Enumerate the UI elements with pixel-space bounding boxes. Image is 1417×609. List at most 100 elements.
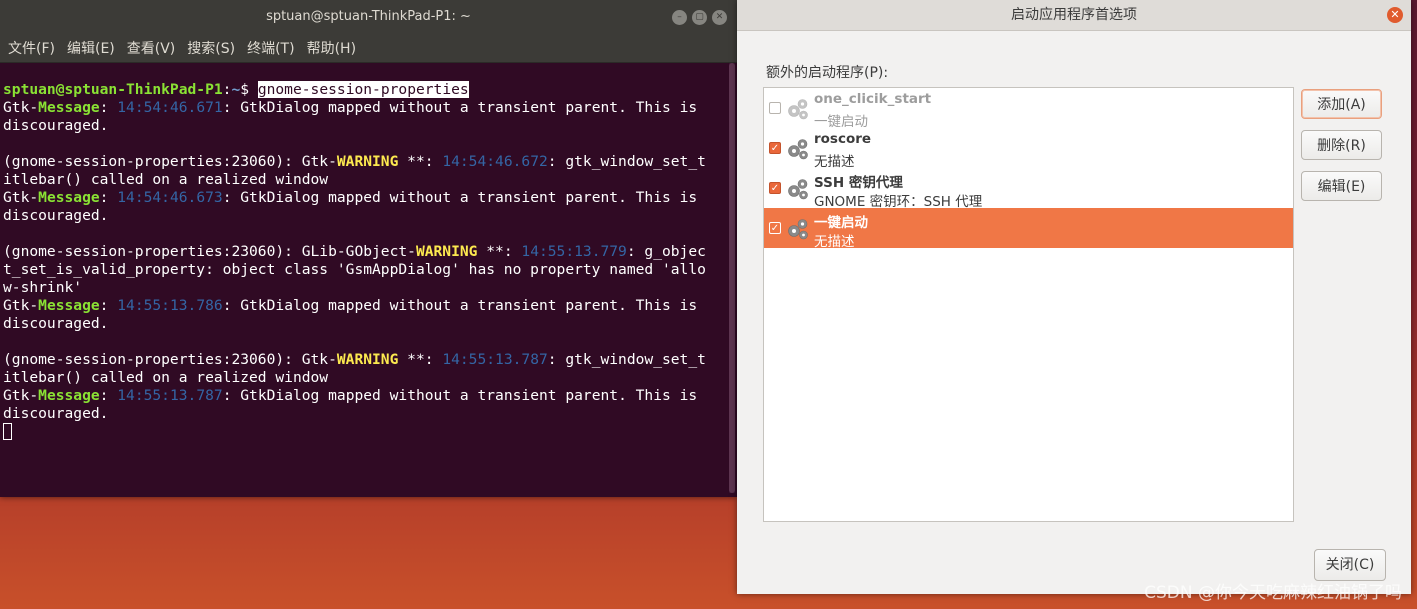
terminal-text-segment: Message xyxy=(38,99,100,116)
enable-checkbox[interactable] xyxy=(769,102,781,114)
list-item[interactable]: one_clicik_start 一键启动 xyxy=(764,88,1293,128)
dialog-title: 启动应用程序首选项 xyxy=(1011,7,1137,23)
terminal-window[interactable]: sptuan@sptuan-ThinkPad-P1: ~ – ▢ ✕ 文件(F)… xyxy=(0,0,737,497)
terminal-text-segment: Gtk- xyxy=(3,189,39,206)
terminal-menubar: 文件(F) 编辑(E) 查看(V) 搜索(S) 终端(T) 帮助(H) xyxy=(0,34,737,63)
prompt-sign: $ xyxy=(240,81,258,98)
terminal-text-segment: : g_objec xyxy=(626,243,706,260)
terminal-text-segment: : GtkDialog mapped without a transient p… xyxy=(222,387,698,404)
scrollbar-thumb[interactable] xyxy=(729,63,735,493)
close-icon[interactable]: ✕ xyxy=(712,10,727,25)
terminal-text-segment: 14:55:13.786 xyxy=(117,297,223,314)
terminal-text-segment: (gnome-session-properties:23060): Gtk- xyxy=(3,153,337,170)
terminal-output[interactable]: sptuan@sptuan-ThinkPad-P1: ~$ gnome-sessi… xyxy=(3,63,725,497)
gear-icon xyxy=(785,216,811,242)
startup-programs-list[interactable]: one_clicik_start 一键启动 ✓ roscore 无描述 ✓ SSH 密钥代理… xyxy=(763,87,1294,522)
terminal-text-segment: : GtkDialog mapped without a transient p… xyxy=(222,297,698,314)
program-name: 一键启动 xyxy=(814,215,868,231)
terminal-text-segment: discouraged. xyxy=(3,405,109,422)
prompt-line: sptuan@sptuan-ThinkPad-P1:~$ gnome-sessi… xyxy=(3,81,725,99)
terminal-text-segment: itlebar() called on a realized window xyxy=(3,369,329,386)
terminal-text-segment: Gtk- xyxy=(3,387,39,404)
terminal-line: discouraged. xyxy=(3,405,725,423)
terminal-line: itlebar() called on a realized window xyxy=(3,171,725,189)
gear-icon xyxy=(785,96,811,122)
minimize-icon[interactable]: – xyxy=(672,10,687,25)
remove-button[interactable]: 删除(R) xyxy=(1301,130,1382,160)
terminal-text-segment: : gtk_window_set_t xyxy=(547,153,706,170)
program-description: 无描述 xyxy=(814,234,855,248)
enable-checkbox[interactable]: ✓ xyxy=(769,142,781,154)
terminal-line: Gtk-Message: 14:55:13.787: GtkDialog map… xyxy=(3,387,725,405)
terminal-text-segment: itlebar() called on a realized window xyxy=(3,171,329,188)
list-item[interactable]: ✓ SSH 密钥代理 GNOME 密钥环：SSH 代理 xyxy=(764,168,1293,208)
terminal-text-segment: : xyxy=(99,189,118,206)
watermark: CSDN @你今天吃麻辣红油锅了吗 xyxy=(1144,583,1402,603)
terminal-text-segment: (gnome-session-properties:23060): Gtk- xyxy=(3,351,337,368)
terminal-line: w-shrink' xyxy=(3,279,725,297)
edit-button[interactable]: 编辑(E) xyxy=(1301,171,1382,201)
terminal-line: Gtk-Message: 14:54:46.673: GtkDialog map… xyxy=(3,189,725,207)
terminal-text-segment: **: xyxy=(398,351,443,368)
terminal-line: discouraged. xyxy=(3,207,725,225)
menu-edit[interactable]: 编辑(E) xyxy=(67,36,115,60)
terminal-cursor xyxy=(3,423,12,440)
command-text: gnome-session-properties xyxy=(257,81,469,98)
menu-help[interactable]: 帮助(H) xyxy=(307,36,356,60)
window-controls: – ▢ ✕ xyxy=(672,10,727,25)
gear-icon xyxy=(785,176,811,202)
terminal-text-segment: **: xyxy=(477,243,522,260)
terminal-line: (gnome-session-properties:23060): GLib-G… xyxy=(3,243,725,261)
program-description: 一键启动 xyxy=(814,114,868,128)
menu-terminal[interactable]: 终端(T) xyxy=(247,36,294,60)
maximize-icon[interactable]: ▢ xyxy=(692,10,707,25)
terminal-text-segment: 14:55:13.787 xyxy=(117,387,223,404)
terminal-text-segment: 14:55:13.787 xyxy=(442,351,548,368)
terminal-text-segment: Message xyxy=(38,297,100,314)
prompt-user: sptuan@sptuan-ThinkPad-P1 xyxy=(3,81,223,98)
terminal-text-segment: 14:54:46.673 xyxy=(117,189,223,206)
terminal-text-segment: 14:54:46.671 xyxy=(117,99,223,116)
terminal-text-segment: : xyxy=(99,99,118,116)
terminal-titlebar[interactable]: sptuan@sptuan-ThinkPad-P1: ~ – ▢ ✕ xyxy=(0,0,737,34)
prompt-path: ~ xyxy=(231,81,241,98)
terminal-line: (gnome-session-properties:23060): Gtk-WA… xyxy=(3,153,725,171)
terminal-scrollbar[interactable] xyxy=(729,63,735,493)
menu-view[interactable]: 查看(V) xyxy=(127,36,176,60)
dialog-titlebar[interactable]: 启动应用程序首选项 ✕ xyxy=(737,0,1411,31)
enable-checkbox[interactable]: ✓ xyxy=(769,182,781,194)
list-label: 额外的启动程序(P): xyxy=(766,65,889,81)
terminal-text-segment: discouraged. xyxy=(3,117,109,134)
add-button[interactable]: 添加(A) xyxy=(1301,89,1382,119)
enable-checkbox[interactable]: ✓ xyxy=(769,222,781,234)
terminal-text-segment: **: xyxy=(398,153,443,170)
program-name: SSH 密钥代理 xyxy=(814,175,903,191)
terminal-text-segment: discouraged. xyxy=(3,315,109,332)
list-item[interactable]: ✓ 一键启动无描述 xyxy=(764,208,1293,248)
close-button[interactable]: 关闭(C) xyxy=(1314,549,1386,581)
terminal-line: itlebar() called on a realized window xyxy=(3,369,725,387)
terminal-text-segment: Gtk- xyxy=(3,297,39,314)
terminal-text-segment: WARNING xyxy=(336,153,399,170)
terminal-text-segment: t_set_is_valid_property: object class 'G… xyxy=(3,261,706,278)
program-description: GNOME 密钥环：SSH 代理 xyxy=(814,194,983,208)
terminal-text-segment: WARNING xyxy=(415,243,478,260)
menu-file[interactable]: 文件(F) xyxy=(8,36,55,60)
terminal-text-segment: : xyxy=(99,297,118,314)
terminal-text-segment: : gtk_window_set_t xyxy=(547,351,706,368)
terminal-line: Gtk-Message: 14:55:13.786: GtkDialog map… xyxy=(3,297,725,315)
terminal-text-segment: WARNING xyxy=(336,351,399,368)
terminal-title: sptuan@sptuan-ThinkPad-P1: ~ xyxy=(266,9,471,24)
terminal-text-segment: : GtkDialog mapped without a transient p… xyxy=(222,189,698,206)
terminal-text-segment: discouraged. xyxy=(3,207,109,224)
list-item[interactable]: ✓ roscore 无描述 xyxy=(764,128,1293,168)
terminal-text-segment: Message xyxy=(38,387,100,404)
cursor-line xyxy=(3,423,725,442)
close-icon[interactable]: ✕ xyxy=(1387,7,1403,23)
menu-search[interactable]: 搜索(S) xyxy=(187,36,235,60)
terminal-text-segment: Message xyxy=(38,189,100,206)
terminal-text-segment: 14:55:13.779 xyxy=(521,243,627,260)
terminal-line: (gnome-session-properties:23060): Gtk-WA… xyxy=(3,351,725,369)
